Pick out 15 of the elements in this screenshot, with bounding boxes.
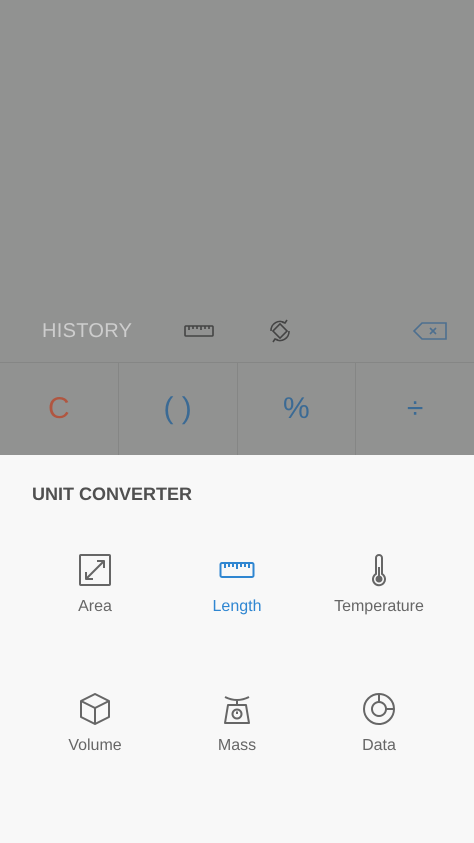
expand-icon[interactable]	[77, 552, 113, 588]
unit-option[interactable]: Area	[78, 598, 112, 616]
sheet-title: UNIT CONVERTER	[31, 483, 194, 506]
history-button[interactable]: HISTORY	[42, 320, 132, 342]
unit-option[interactable]: Temperature	[334, 598, 424, 616]
unit-option[interactable]: Mass	[218, 737, 256, 755]
pie-chart-icon[interactable]	[361, 691, 397, 727]
unit-option[interactable]: Volume	[68, 737, 122, 755]
unit-option[interactable]: Length	[212, 598, 262, 616]
key-button[interactable]: ÷	[406, 392, 424, 426]
key-button[interactable]: %	[283, 392, 310, 426]
unit-option[interactable]: Data	[362, 737, 396, 755]
key-button[interactable]: ( )	[163, 392, 192, 426]
ruler-icon[interactable]	[184, 324, 214, 338]
cube-icon[interactable]	[77, 691, 113, 727]
